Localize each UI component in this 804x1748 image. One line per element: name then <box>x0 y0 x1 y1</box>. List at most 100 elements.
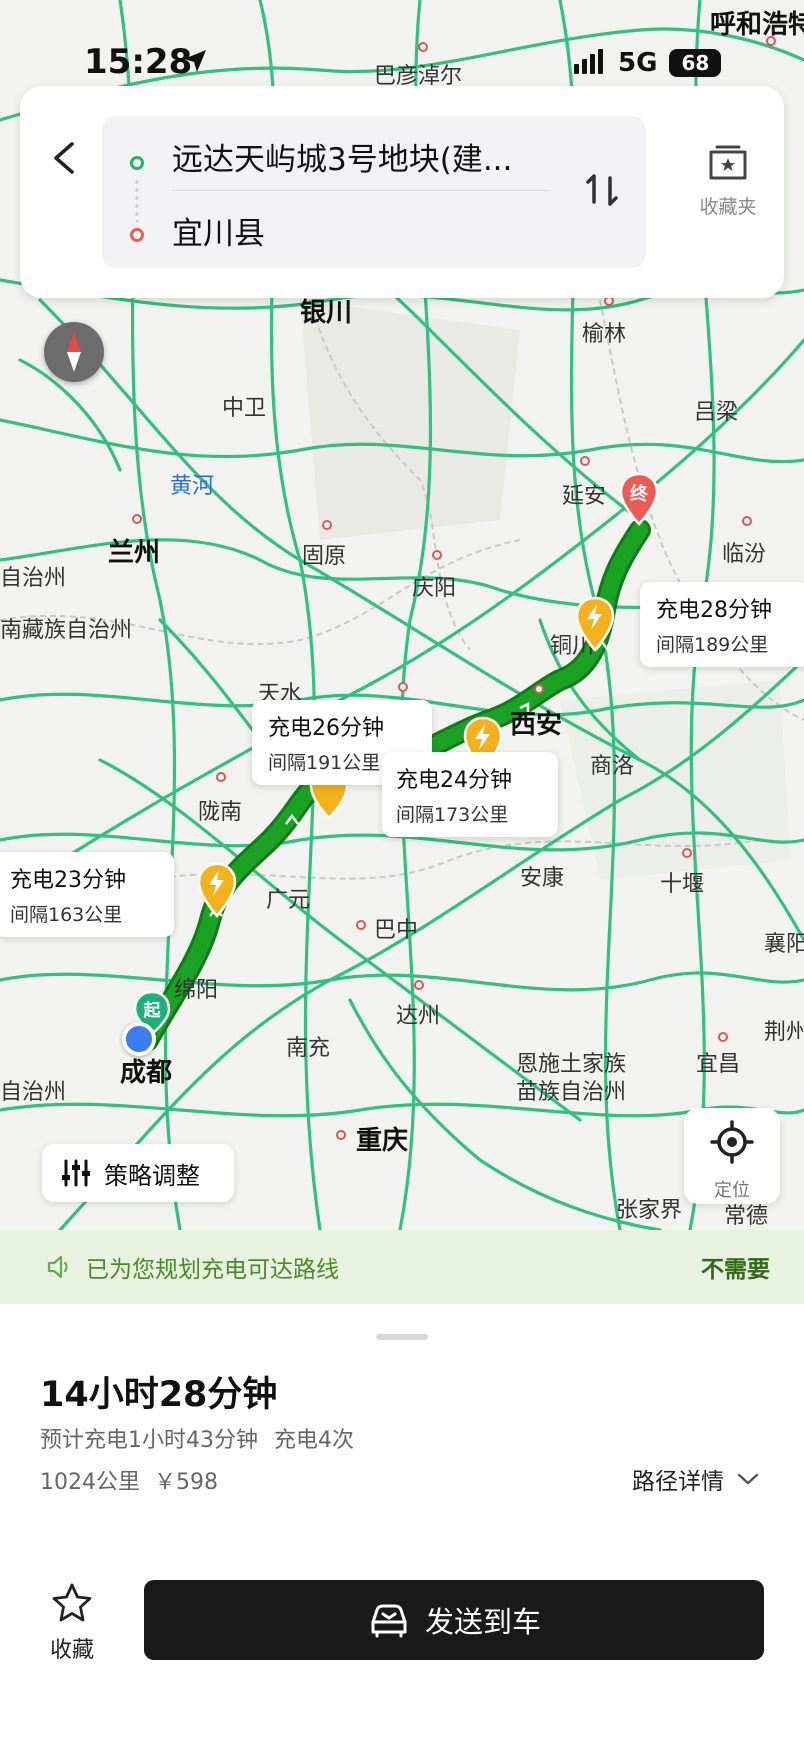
status-right: 5G 68 <box>574 48 722 78</box>
compass-icon <box>67 332 81 372</box>
city-guangyuan: 广元 <box>266 888 311 913</box>
city-guyuan: 固原 <box>302 544 347 569</box>
city-dot <box>766 36 776 46</box>
route-summary-sheet: 14小时28分钟 预计充电1小时43分钟 充电4次 1024公里 ￥598 路径详情… <box>0 1304 804 1748</box>
city-shangluo: 商洛 <box>590 754 635 779</box>
locate-label: 定位 <box>714 1180 750 1201</box>
strategy-button[interactable]: 策略调整 <box>42 1144 234 1202</box>
star-icon <box>52 1583 92 1622</box>
strategy-label: 策略调整 <box>104 1161 200 1190</box>
charging-callout[interactable]: 充电23分钟 间隔163公里 <box>0 852 174 937</box>
city-chongqing: 重庆 <box>356 1126 409 1156</box>
current-location-dot <box>122 1022 156 1056</box>
city-lvliang: 吕梁 <box>694 400 739 425</box>
city-mianyang: 绵阳 <box>174 978 219 1003</box>
start-marker-label: 起 <box>143 1000 162 1021</box>
city-qingyang: 庆阳 <box>412 576 457 601</box>
city-yanan: 延安 <box>562 484 607 509</box>
destination-field[interactable]: 宜川县 <box>172 208 265 253</box>
origin-dot-icon <box>130 156 144 170</box>
send-to-car-button[interactable]: 发送到车 <box>144 1580 764 1660</box>
favorites-label: 收藏夹 <box>699 196 757 218</box>
charge-time: 预计充电1小时43分钟 <box>40 1428 258 1453</box>
favorites-button[interactable]: 收藏夹 <box>678 144 778 234</box>
end-marker-label: 终 <box>630 483 649 505</box>
distance-info: 1024公里 ￥598 <box>40 1464 218 1496</box>
folder-star-icon <box>709 145 747 180</box>
label-zizhizhou-bottom: 自治州 <box>0 1080 67 1105</box>
origin-field[interactable]: 远达天屿城3号地块(建... <box>172 134 512 179</box>
charging-time: 充电26分钟 <box>268 716 384 741</box>
charger-pin-icon[interactable] <box>196 862 238 918</box>
charger-pin-icon[interactable] <box>574 596 616 652</box>
city-dot <box>534 684 544 694</box>
locate-button[interactable]: 定位 <box>684 1108 780 1204</box>
sliders-icon <box>62 1159 90 1187</box>
location-arrow-icon <box>184 50 206 72</box>
city-dot <box>322 520 332 530</box>
city-dot <box>414 980 424 990</box>
charging-interval: 间隔173公里 <box>396 804 509 826</box>
route-duration: 14小时28分钟 <box>40 1375 278 1415</box>
city-hohhot: 呼和浩特 <box>710 10 804 40</box>
favorite-route-button[interactable]: 收藏 <box>40 1582 104 1664</box>
destination-dot-icon <box>130 228 144 242</box>
city-zhangjiajie: 张家界 <box>616 1198 683 1223</box>
speaker-icon <box>47 1255 68 1279</box>
charging-interval: 间隔163公里 <box>10 904 123 926</box>
city-zhongwei: 中卫 <box>222 396 267 421</box>
route-details-label: 路径详情 <box>632 1469 724 1495</box>
favorite-label: 收藏 <box>49 1638 94 1663</box>
chevron-down-icon <box>737 1473 759 1485</box>
city-yulin: 榆林 <box>582 322 627 347</box>
notice-text: 已为您规划充电可达路线 <box>86 1257 339 1283</box>
city-dot <box>682 848 692 858</box>
network-type: 5G <box>618 48 658 78</box>
charging-callout[interactable]: 充电24分钟 间隔173公里 <box>382 752 558 837</box>
charging-time: 充电28分钟 <box>656 598 772 623</box>
screen: 15:28 5G 68 呼和浩特 巴彦淖尔 银川 榆林 中卫 吕梁 黄河 延安 … <box>0 0 804 1748</box>
city-yichang: 宜昌 <box>696 1052 741 1077</box>
charge-count: 充电4次 <box>274 1428 354 1453</box>
charging-time: 充电24分钟 <box>396 768 512 793</box>
map-view[interactable]: 15:28 5G 68 呼和浩特 巴彦淖尔 银川 榆林 中卫 吕梁 黄河 延安 … <box>0 0 804 1230</box>
city-longnan: 陇南 <box>198 800 243 825</box>
route-card: 远达天屿城3号地块(建... 宜川县 收藏夹 <box>20 86 784 298</box>
city-dot <box>580 456 590 466</box>
send-to-car-label: 发送到车 <box>424 1605 541 1639</box>
city-dazhou: 达州 <box>396 1004 441 1029</box>
city-shiyan: 十堰 <box>660 872 705 897</box>
status-time: 15:28 <box>84 42 193 82</box>
back-icon[interactable] <box>42 126 86 190</box>
compass-button[interactable] <box>44 322 104 382</box>
route-details-button[interactable]: 路径详情 <box>632 1462 760 1496</box>
divider <box>172 190 550 191</box>
city-ankang: 安康 <box>520 866 565 891</box>
label-gannan: 南藏族自治州 <box>0 618 133 643</box>
city-dot <box>356 920 366 930</box>
dismiss-button[interactable]: 不需要 <box>701 1250 770 1284</box>
city-dot <box>398 682 408 692</box>
city-dot <box>718 1032 728 1042</box>
label-yellow-river: 黄河 <box>170 474 215 499</box>
city-dot <box>742 516 752 526</box>
city-dot <box>336 1130 346 1140</box>
city-xian: 西安 <box>510 710 563 740</box>
label-enshi-2: 苗族自治州 <box>516 1080 627 1105</box>
sheet-handle[interactable] <box>376 1334 428 1340</box>
charging-interval: 间隔189公里 <box>656 634 769 656</box>
city-dot <box>432 550 442 560</box>
city-dot <box>418 42 428 52</box>
swap-icon[interactable] <box>580 168 624 212</box>
charging-callout[interactable]: 充电28分钟 间隔189公里 <box>640 582 804 667</box>
city-nanchong: 南充 <box>286 1036 331 1061</box>
city-bazhong: 巴中 <box>374 918 419 943</box>
city-linfen: 临汾 <box>722 542 767 567</box>
route-connector <box>135 178 139 222</box>
charging-time: 充电23分钟 <box>10 868 126 893</box>
city-dot <box>216 772 226 782</box>
charge-info: 预计充电1小时43分钟 充电4次 <box>40 1422 354 1454</box>
city-jingzhou: 荆州 <box>764 1020 804 1045</box>
city-xiangyang: 襄阳 <box>764 932 804 957</box>
end-marker-icon[interactable]: 终 <box>618 472 660 526</box>
